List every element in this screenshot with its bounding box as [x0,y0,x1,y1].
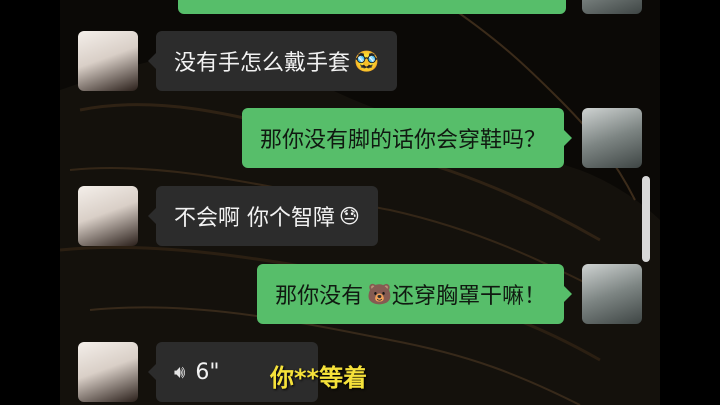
message-emoji: 🥸 [354,49,379,73]
message-text: 那你没有 [275,284,364,309]
scrollbar[interactable] [642,176,650,262]
voice-duration: 6" [195,359,220,385]
message-bubble-outgoing[interactable] [178,0,566,14]
message-bubble-outgoing[interactable]: 那你没有 🐻 还穿胸罩干嘛！ [257,264,572,324]
message-bubble-outgoing[interactable]: 那你没有脚的话你会穿鞋吗？ [241,108,573,168]
avatar-self[interactable] [582,264,642,324]
avatar-contact[interactable] [78,31,138,91]
message-text: 那你没有脚的话你会穿鞋吗？ [259,128,546,153]
chat-screen: 没有手怎么戴手套 🥸 那你没有脚的话你会穿鞋吗？ 不会啊 你个智障 😓 那你没有… [60,0,660,405]
message-emoji: 🐻 [367,282,392,306]
voice-wave-icon: 🔊︎ [174,361,186,383]
video-subtitle: 你**等着 [270,364,368,392]
message-emoji: 😓 [339,204,360,228]
avatar-contact[interactable] [78,186,138,246]
message-text-after: 还穿胸罩干嘛！ [391,284,546,309]
message-bubble-incoming[interactable]: 不会啊 你个智障 😓 [148,186,378,246]
message-text: 没有手怎么戴手套 [174,51,351,76]
avatar-contact[interactable] [78,342,138,402]
avatar-self[interactable] [582,0,642,14]
avatar-self[interactable] [582,108,642,168]
message-text: 不会啊 你个智障 [174,206,335,231]
message-bubble-incoming[interactable]: 没有手怎么戴手套 🥸 [148,31,397,91]
